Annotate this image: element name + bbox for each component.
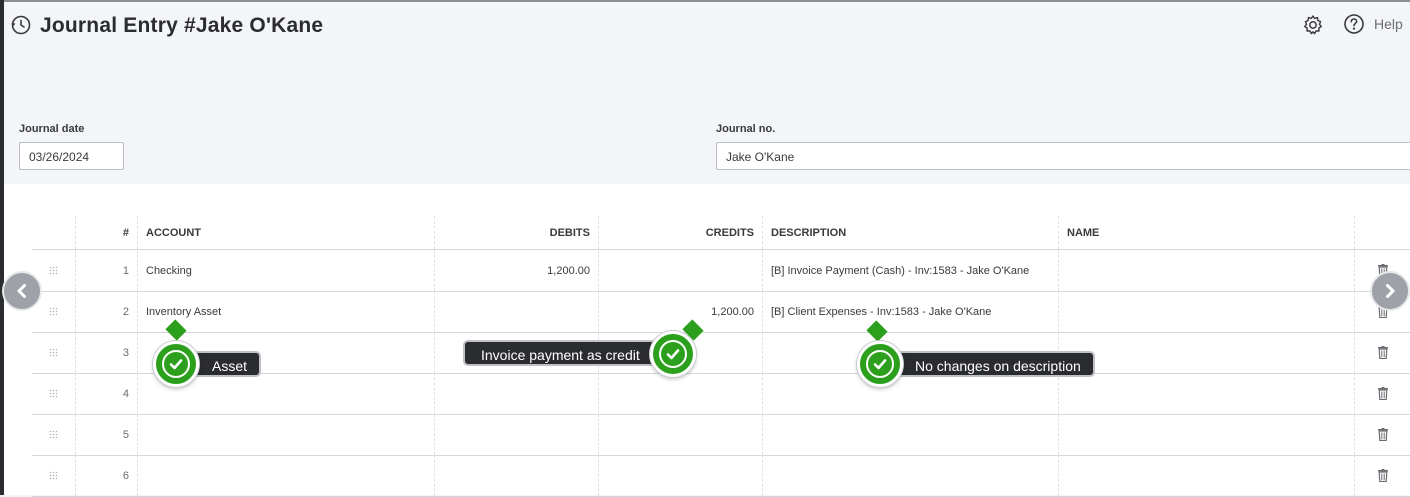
journal-date-label: Journal date (19, 123, 85, 135)
credits-cell[interactable] (599, 414, 763, 455)
row-drag-handle[interactable] (32, 373, 76, 414)
row-number: 1 (76, 250, 138, 291)
row-number: 2 (76, 291, 138, 332)
name-cell[interactable] (1059, 332, 1355, 373)
callout-credit-label: Invoice payment as credit (463, 340, 672, 366)
table-header-row: # ACCOUNT DEBITS CREDITS DESCRIPTION NAM… (32, 216, 1410, 250)
help-icon[interactable] (1343, 13, 1365, 35)
account-cell[interactable] (138, 414, 435, 455)
table-row[interactable]: 4 (32, 373, 1410, 415)
row-number: 6 (76, 455, 138, 496)
description-cell[interactable]: [B] Invoice Payment (Cash) - Inv:1583 - … (763, 250, 1059, 291)
trash-icon (1377, 428, 1388, 441)
column-header-description: DESCRIPTION (763, 216, 1059, 249)
journal-no-label: Journal no. (716, 123, 776, 135)
description-cell[interactable] (763, 414, 1059, 455)
callout-description-label: No changes on description (893, 351, 1095, 377)
column-header-account: ACCOUNT (138, 216, 435, 249)
chevron-right-icon (1386, 284, 1395, 298)
green-check-icon (650, 331, 696, 377)
credits-cell[interactable]: 1,200.00 (599, 291, 763, 332)
help-link[interactable]: Help (1374, 16, 1403, 32)
description-cell[interactable]: [B] Client Expenses - Inv:1583 - Jake O'… (763, 291, 1059, 332)
trash-icon (1377, 469, 1388, 482)
handle-header (32, 216, 76, 249)
trash-icon (1377, 346, 1388, 359)
row-drag-handle[interactable] (32, 455, 76, 496)
description-cell[interactable] (763, 455, 1059, 496)
green-check-icon (857, 341, 903, 387)
journal-date-field[interactable]: 03/26/2024 (19, 142, 124, 170)
delete-row-button[interactable] (1355, 455, 1410, 496)
journal-no-field[interactable]: Jake O'Kane (716, 142, 1410, 170)
trash-icon (1377, 387, 1388, 400)
row-drag-handle[interactable] (32, 332, 76, 373)
delete-row-button[interactable] (1355, 414, 1410, 455)
credits-cell[interactable] (599, 373, 763, 414)
name-cell[interactable] (1059, 250, 1355, 291)
callout-asset-label: Asset (190, 351, 262, 377)
table-row[interactable]: 2 Inventory Asset 1,200.00 [B] Client Expen… (32, 291, 1410, 333)
credits-cell[interactable] (599, 455, 763, 496)
column-header-debits: DEBITS (435, 216, 599, 249)
drag-handle-icon (49, 307, 58, 316)
scroll-left-button[interactable] (2, 271, 42, 311)
table-row[interactable]: 1 Checking 1,200.00 [B] Invoice Payment (Ca… (32, 250, 1410, 292)
table-row[interactable]: 5 (32, 414, 1410, 456)
drag-handle-icon (49, 471, 58, 480)
history-icon[interactable] (10, 14, 32, 36)
debits-cell[interactable] (435, 414, 599, 455)
debits-cell[interactable] (435, 455, 599, 496)
row-drag-handle[interactable] (32, 414, 76, 455)
chevron-left-icon (17, 284, 26, 298)
table-row[interactable]: 6 (32, 455, 1410, 497)
delete-header (1355, 216, 1410, 249)
page-title: Journal Entry #Jake O'Kane (40, 14, 324, 37)
row-number: 5 (76, 414, 138, 455)
credits-cell[interactable] (599, 250, 763, 291)
page-header: Journal Entry #Jake O'Kane Help Journal … (4, 2, 1410, 184)
debits-cell[interactable] (435, 373, 599, 414)
debits-cell[interactable]: 1,200.00 (435, 250, 599, 291)
column-header-name: NAME (1059, 216, 1355, 249)
debits-cell[interactable] (435, 291, 599, 332)
gear-icon[interactable] (1302, 14, 1324, 36)
column-header-num: # (76, 216, 138, 249)
scroll-right-button[interactable] (1370, 271, 1410, 311)
account-cell[interactable]: Checking (138, 250, 435, 291)
delete-row-button[interactable] (1355, 332, 1410, 373)
green-check-icon (153, 341, 199, 387)
drag-handle-icon (49, 389, 58, 398)
account-cell[interactable] (138, 455, 435, 496)
row-number: 3 (76, 332, 138, 373)
description-cell[interactable] (763, 373, 1059, 414)
name-cell[interactable] (1059, 291, 1355, 332)
delete-row-button[interactable] (1355, 373, 1410, 414)
drag-handle-icon (49, 430, 58, 439)
name-cell[interactable] (1059, 455, 1355, 496)
drag-handle-icon (49, 348, 58, 357)
name-cell[interactable] (1059, 373, 1355, 414)
drag-handle-icon (49, 266, 58, 275)
row-number: 4 (76, 373, 138, 414)
column-header-credits: CREDITS (599, 216, 763, 249)
name-cell[interactable] (1059, 414, 1355, 455)
